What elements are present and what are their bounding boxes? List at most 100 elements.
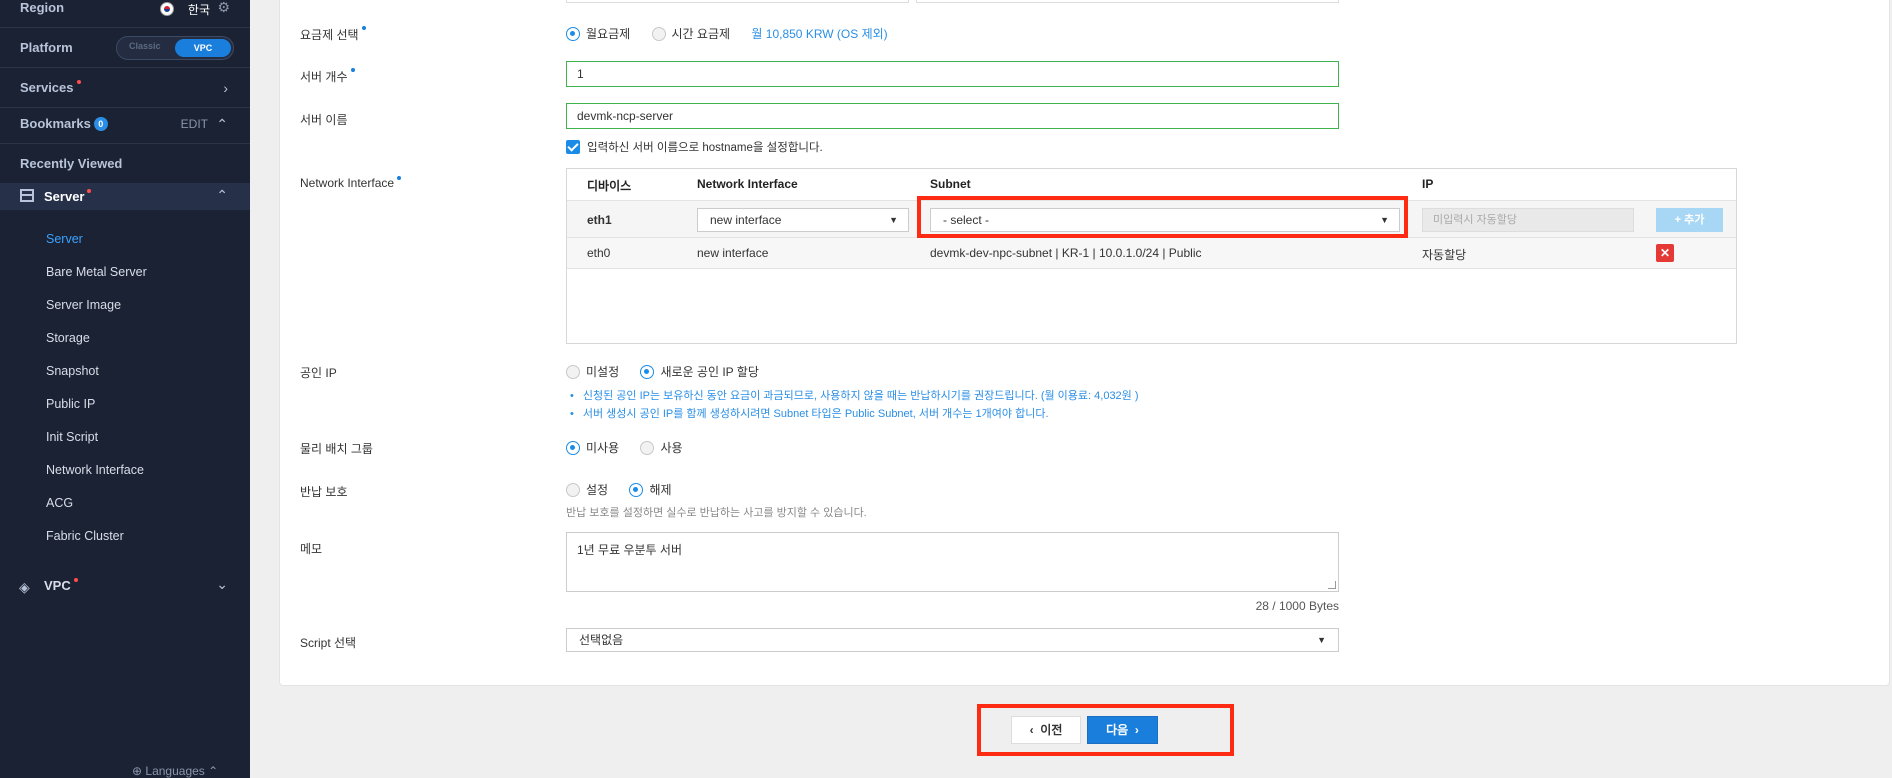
column-header-ip: IP	[1422, 177, 1434, 191]
previous-field-edge	[916, 0, 1339, 3]
platform-toggle[interactable]: Classic VPC	[116, 36, 234, 60]
sidebar-item-public-ip[interactable]: Public IP	[46, 397, 95, 411]
script-label: Script 선택	[300, 636, 357, 650]
delete-row-button[interactable]: ✕	[1656, 244, 1674, 262]
memo-label: 메모	[300, 542, 323, 556]
korea-flag-icon	[160, 2, 174, 16]
return-protection-hint: 반납 보호를 설정하면 실수로 반납하는 사고를 방지할 수 있습니다.	[566, 507, 867, 519]
region-value: 한국	[187, 3, 210, 17]
plan-label: 요금제 선택	[300, 26, 366, 43]
return-protection-label: 반납 보호	[300, 485, 348, 499]
resize-grip-icon[interactable]	[1328, 581, 1336, 589]
region-label: Region	[20, 0, 65, 15]
recently-viewed-label: Recently Viewed	[20, 156, 123, 171]
chevron-down-icon[interactable]: ⌄	[216, 576, 228, 593]
network-interface-select[interactable]: new interface ▼	[697, 208, 909, 232]
globe-icon: ⊕	[132, 764, 143, 778]
sidebar-item-snapshot[interactable]: Snapshot	[46, 364, 99, 378]
server-count-label: 서버 개수	[300, 68, 355, 85]
services-label: Services	[20, 80, 74, 95]
table-row: eth0 new interface devmk-dev-npc-subnet …	[567, 238, 1736, 269]
languages-label: Languages	[145, 764, 205, 778]
column-header-device: 디바이스	[587, 179, 632, 193]
vpc-menu[interactable]: ◈ VPC ⌄	[0, 574, 250, 598]
gear-icon[interactable]: ⚙	[217, 0, 230, 16]
server-menu-label: Server	[44, 189, 85, 204]
public-ip-none-radio[interactable]: 미설정	[566, 363, 619, 380]
memo-byte-count: 28 / 1000 Bytes	[1255, 599, 1339, 613]
device-cell: eth0	[587, 246, 611, 260]
placement-on-radio[interactable]: 사용	[640, 439, 683, 456]
placement-off-radio[interactable]: 미사용	[566, 439, 619, 456]
subnet-cell: devmk-dev-npc-subnet | KR-1 | 10.0.1.0/2…	[930, 246, 1202, 260]
return-off-radio[interactable]: 해제	[629, 481, 672, 498]
server-name-input[interactable]: devmk-ncp-server	[566, 103, 1339, 129]
platform-classic-option[interactable]: Classic	[129, 41, 161, 51]
navigation-highlight-box	[977, 704, 1234, 756]
plan-price: 월 10,850 KRW (OS 제외)	[751, 27, 888, 41]
sidebar-item-server[interactable]: Server	[46, 232, 83, 246]
hostname-checkbox[interactable]: 입력하신 서버 이름으로 hostname을 설정합니다.	[566, 139, 823, 155]
sidebar-item-storage[interactable]: Storage	[46, 331, 90, 345]
chevron-up-icon[interactable]: ⌃	[216, 187, 228, 204]
server-menu-header[interactable]: Server ⌃	[0, 183, 250, 210]
bookmarks-label: Bookmarks	[20, 116, 91, 131]
server-icon	[20, 189, 34, 202]
server-name-label: 서버 이름	[300, 113, 348, 127]
platform-label: Platform	[20, 40, 73, 55]
placement-radio-group: 미사용 사용	[566, 439, 701, 456]
network-interface-table: 디바이스 Network Interface Subnet IP eth1 ne…	[566, 168, 1737, 344]
column-header-subnet: Subnet	[930, 177, 971, 191]
column-header-network-interface: Network Interface	[697, 177, 798, 191]
sidebar: Region 한국 ⚙ Platform Classic VPC Service…	[0, 0, 250, 778]
return-on-radio[interactable]: 설정	[566, 481, 608, 498]
plan-monthly-radio[interactable]: 월요금제	[566, 25, 630, 42]
new-dot-icon	[76, 80, 81, 84]
chevron-up-icon[interactable]: ⌃	[216, 116, 228, 133]
sidebar-item-network-interface[interactable]: Network Interface	[46, 463, 144, 477]
languages-selector[interactable]: ⊕ Languages ⌃	[132, 764, 218, 778]
sidebar-item-init-script[interactable]: Init Script	[46, 430, 98, 444]
platform-vpc-option[interactable]: VPC	[175, 39, 231, 57]
platform-row: Platform Classic VPC	[0, 28, 250, 68]
script-select[interactable]: 선택없음 ▼	[566, 628, 1339, 652]
sidebar-item-server-image[interactable]: Server Image	[46, 298, 121, 312]
public-ip-label: 공인 IP	[300, 366, 337, 380]
sidebar-item-fabric-cluster[interactable]: Fabric Cluster	[46, 529, 124, 543]
vpc-menu-label: VPC	[44, 578, 71, 593]
plan-radio-group: 월요금제 시간 요금제 월 10,850 KRW (OS 제외)	[566, 25, 888, 42]
interface-cell: new interface	[697, 246, 769, 260]
subnet-highlight-box	[917, 196, 1408, 238]
chevron-right-icon: ›	[223, 80, 228, 96]
add-interface-button[interactable]: + 추가	[1656, 208, 1723, 232]
recently-viewed-menu[interactable]: Recently Viewed	[0, 144, 250, 184]
caret-down-icon: ▼	[1317, 635, 1326, 645]
ip-cell: 자동할당	[1422, 248, 1467, 262]
checkbox-checked-icon	[566, 140, 580, 154]
bookmarks-menu[interactable]: Bookmarks 0 EDIT ⌃	[0, 104, 250, 144]
new-dot-icon	[87, 189, 92, 193]
vpc-icon: ◈	[19, 579, 30, 595]
ip-input[interactable]: 미입력시 자동할당	[1422, 208, 1634, 232]
device-cell: eth1	[587, 213, 612, 227]
previous-field-edge	[566, 0, 909, 3]
network-interface-label: Network Interface	[300, 176, 402, 190]
region-selector[interactable]: Region 한국 ⚙	[0, 0, 250, 28]
hostname-checkbox-label: 입력하신 서버 이름으로 hostname을 설정합니다.	[587, 142, 823, 154]
memo-textarea[interactable]: 1년 무료 우분투 서버	[566, 532, 1339, 592]
sidebar-item-bare-metal-server[interactable]: Bare Metal Server	[46, 265, 147, 279]
plan-hourly-radio[interactable]: 시간 요금제	[651, 25, 730, 42]
chevron-up-icon: ⌃	[208, 764, 219, 778]
placement-group-label: 물리 배치 그룹	[300, 442, 373, 456]
return-protection-radio-group: 설정 해제	[566, 481, 690, 498]
services-menu[interactable]: Services ›	[0, 68, 250, 108]
public-ip-radio-group: 미설정 새로운 공인 IP 할당	[566, 363, 777, 380]
caret-down-icon: ▼	[889, 215, 898, 225]
bookmarks-count-badge: 0	[93, 117, 108, 131]
public-ip-new-radio[interactable]: 새로운 공인 IP 할당	[640, 363, 759, 380]
public-ip-note: 서버 생성시 공인 IP를 함께 생성하시려면 Subnet 타입은 Publi…	[566, 405, 1049, 421]
server-count-input[interactable]: 1	[566, 61, 1339, 87]
bookmarks-edit-button[interactable]: EDIT	[181, 117, 208, 131]
sidebar-item-acg[interactable]: ACG	[46, 496, 73, 510]
public-ip-note: 신청된 공인 IP는 보유하신 동안 요금이 과금되므로, 사용하지 않을 때는…	[566, 387, 1139, 403]
